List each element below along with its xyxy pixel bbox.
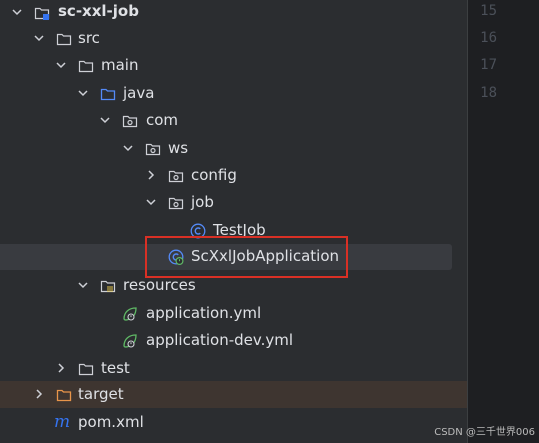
- chevron-right-icon[interactable]: [55, 362, 67, 374]
- tree-label-config: config: [191, 166, 237, 184]
- tree-label-application-dev-yml: application-dev.yml: [146, 331, 294, 349]
- excluded-folder-icon: [56, 389, 72, 402]
- red-highlight-box: [145, 236, 348, 278]
- folder-icon: [78, 60, 94, 73]
- project-tree-panel: sc-xxl-job src main java com ws config j…: [0, 0, 467, 443]
- chevron-down-icon[interactable]: [77, 279, 89, 291]
- folder-icon: [78, 363, 94, 376]
- tree-label-ws: ws: [168, 139, 189, 157]
- tree-label-target: target: [78, 385, 124, 403]
- tree-row-main[interactable]: main: [0, 53, 467, 79]
- tree-row-ws[interactable]: ws: [0, 136, 467, 162]
- chevron-down-icon[interactable]: [77, 87, 89, 99]
- chevron-right-icon[interactable]: [33, 388, 45, 400]
- folder-icon: [56, 33, 72, 46]
- watermark: CSDN @三千世界006: [434, 427, 535, 438]
- tree-label-resources: resources: [123, 276, 196, 294]
- chevron-down-icon[interactable]: [122, 142, 134, 154]
- maven-icon: m: [54, 414, 70, 430]
- tree-label-java: java: [123, 84, 155, 102]
- tree-label-root: sc-xxl-job: [58, 2, 139, 20]
- package-icon: [168, 170, 184, 183]
- line-number: 18: [480, 85, 497, 101]
- module-folder-icon: [34, 7, 50, 20]
- tree-label-pom: pom.xml: [78, 413, 144, 431]
- tree-label-src: src: [78, 29, 100, 47]
- tree-row-com[interactable]: com: [0, 108, 467, 134]
- tree-label-main: main: [101, 56, 139, 74]
- tree-row-test[interactable]: test: [0, 356, 467, 382]
- source-folder-icon: [100, 88, 116, 101]
- tree-label-job: job: [191, 193, 214, 211]
- tree-row-target[interactable]: target: [0, 381, 467, 408]
- tree-label-application-yml: application.yml: [146, 304, 262, 322]
- tree-row-root[interactable]: sc-xxl-job: [0, 0, 467, 26]
- editor-gutter: 15 16 17 18: [468, 0, 539, 443]
- line-number: 17: [480, 57, 497, 73]
- tree-row-application-dev-yml[interactable]: application-dev.yml: [0, 328, 467, 354]
- chevron-down-icon[interactable]: [99, 114, 111, 126]
- resources-folder-icon: [100, 280, 116, 293]
- tree-row-src[interactable]: src: [0, 26, 467, 52]
- tree-row-job[interactable]: job: [0, 190, 467, 216]
- chevron-down-icon[interactable]: [145, 196, 157, 208]
- spring-leaf-icon: [123, 307, 137, 321]
- line-number: 15: [480, 3, 497, 19]
- chevron-down-icon[interactable]: [55, 59, 67, 71]
- tree-label-test: test: [101, 359, 130, 377]
- package-icon: [168, 197, 184, 210]
- package-icon: [145, 143, 161, 156]
- package-icon: [122, 115, 138, 128]
- chevron-right-icon[interactable]: [145, 169, 157, 181]
- chevron-down-icon[interactable]: [11, 6, 23, 18]
- tree-row-java[interactable]: java: [0, 81, 467, 107]
- tree-label-com: com: [146, 111, 179, 129]
- svg-text:m: m: [54, 414, 70, 430]
- spring-leaf-icon: [123, 334, 137, 348]
- tree-row-application-yml[interactable]: application.yml: [0, 301, 467, 327]
- tree-row-pom[interactable]: m pom.xml: [0, 410, 467, 436]
- chevron-down-icon[interactable]: [33, 32, 45, 44]
- tree-row-config[interactable]: config: [0, 163, 467, 189]
- line-number: 16: [480, 30, 497, 46]
